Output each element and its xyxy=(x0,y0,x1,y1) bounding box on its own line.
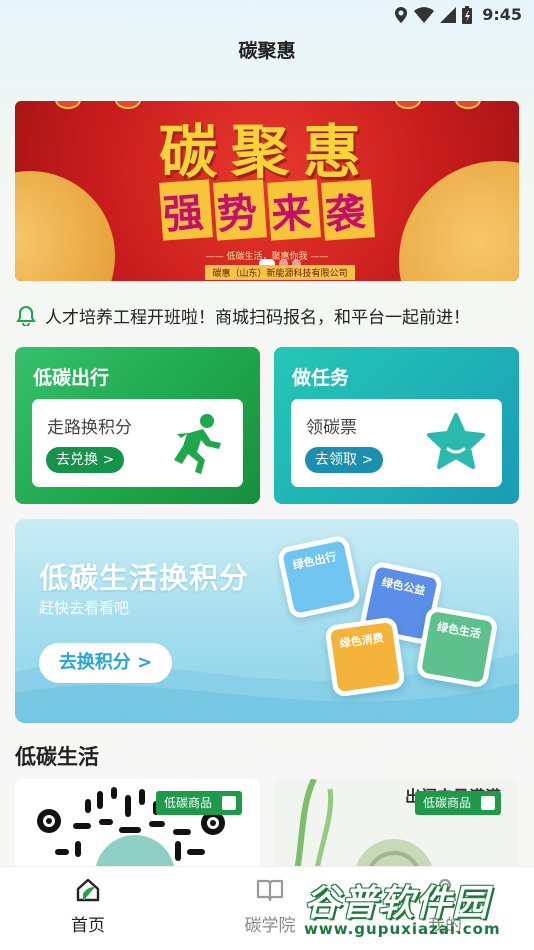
cart-icon xyxy=(481,796,495,810)
card-label: 领碳票 xyxy=(306,418,357,438)
low-carbon-travel-card[interactable]: 低碳出行 走路换积分 去兑换 > xyxy=(15,347,260,504)
notice-text: 人才培养工程开班啦！商城扫码报名，和平台一起前进！ xyxy=(45,307,470,328)
tile-green-consumption: 绿色消费 xyxy=(324,616,406,698)
watermark-brand: 谷普软件园 xyxy=(304,883,490,924)
card-inner: 走路换积分 去兑换 > xyxy=(32,399,243,487)
banner-sub-char: 来 xyxy=(267,179,321,241)
product-tag: 低碳商品 xyxy=(155,791,242,815)
promo-title: 低碳生活换积分 xyxy=(39,561,250,595)
status-bar: 9:45 xyxy=(0,0,534,30)
book-icon xyxy=(256,879,284,902)
wifi-icon xyxy=(414,6,435,23)
card-inner: 领碳票 去领取 > xyxy=(291,399,502,487)
home-icon xyxy=(76,878,100,902)
promo-subtitle: 赶快去看看吧 xyxy=(39,599,130,617)
notice-bar[interactable]: 人才培养工程开班啦！商城扫码报名，和平台一起前进！ xyxy=(15,300,519,330)
banner-sub-char: 强 xyxy=(159,179,213,241)
banner-subheadline: 强势来袭 xyxy=(15,179,519,241)
product-tag: 低碳商品 xyxy=(414,791,501,815)
signal-icon xyxy=(440,6,457,23)
tile-green-travel: 绿色出行 xyxy=(276,534,362,620)
page-title: 碳聚惠 xyxy=(238,40,296,62)
running-person-icon xyxy=(174,414,221,474)
claim-button[interactable]: 去领取 > xyxy=(305,447,384,473)
card-title: 做任务 xyxy=(292,367,350,389)
tab-label: 首页 xyxy=(71,916,105,936)
points-promo-card[interactable]: 低碳生活换积分 赶快去看看吧 去换积分 > 绿色出行 绿色公益 绿色消费 绿色生… xyxy=(15,519,519,723)
card-title: 低碳出行 xyxy=(33,367,110,389)
star-icon xyxy=(427,413,485,469)
card-label: 走路换积分 xyxy=(47,418,132,438)
status-icons: 9:45 xyxy=(394,5,522,24)
exchange-points-button[interactable]: 去换积分 > xyxy=(39,643,172,683)
banner-sub-char: 袭 xyxy=(321,179,375,241)
tab-home[interactable]: 首页 xyxy=(28,877,148,936)
promo-banner[interactable]: 碳聚惠 强势来袭 —— 低碳生活，聚惠你我 —— 碳惠（山东）新能源科技有限公司 xyxy=(15,101,519,281)
tile-green-life: 绿色生活 xyxy=(415,605,499,689)
banner-headline: 碳聚惠 xyxy=(158,118,375,186)
do-task-card[interactable]: 做任务 领碳票 去领取 > xyxy=(274,347,519,504)
status-time: 9:45 xyxy=(482,5,522,24)
banner-sub-char: 势 xyxy=(213,179,267,241)
watermark-url: www.gupuxiazai.com xyxy=(304,920,501,938)
product-tag-text: 低碳商品 xyxy=(163,796,212,810)
banner-company: 碳惠（山东）新能源科技有限公司 xyxy=(205,265,355,280)
exchange-button[interactable]: 去兑换 > xyxy=(46,447,125,473)
cart-icon xyxy=(222,796,236,810)
section-title: 低碳生活 xyxy=(15,745,99,769)
location-icon xyxy=(395,6,408,23)
battery-icon xyxy=(462,5,473,24)
watermark: 谷普软件园 www.gupuxiazai.com xyxy=(296,874,534,944)
product-tag-text: 低碳商品 xyxy=(422,796,471,810)
bell-icon xyxy=(16,305,36,326)
